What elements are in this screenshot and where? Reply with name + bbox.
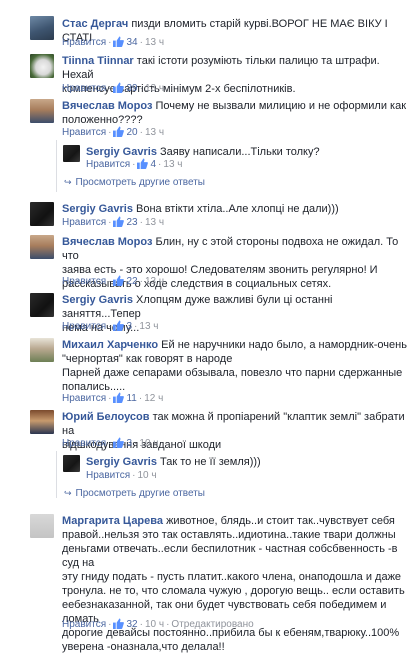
comment-time[interactable]: 10 ч (139, 438, 158, 449)
commenter-name[interactable]: Вячеслав Мороз (62, 236, 152, 248)
avatar[interactable] (63, 455, 80, 472)
thumbs-up-icon (137, 158, 149, 169)
comment-text: Вона втікти хтіла..Але хлопці не дали))) (136, 203, 339, 215)
comment-text: Почему не вызвали милицию и не оформили … (155, 100, 407, 112)
comment-time[interactable]: 12 ч (144, 393, 163, 404)
commenter-name[interactable]: Михаил Харченко (62, 339, 158, 351)
like-button[interactable]: Нравится (62, 37, 106, 48)
comment-text: тронула. не то, что сломала чужую , доро… (62, 585, 405, 597)
avatar[interactable] (30, 99, 54, 123)
avatar[interactable] (30, 54, 54, 78)
comment-time[interactable]: 13 ч (139, 321, 158, 332)
avatar[interactable] (30, 410, 54, 434)
like-count[interactable]: 23 (126, 217, 137, 228)
commenter-name[interactable]: Маргарита Царева (62, 515, 163, 527)
like-button[interactable]: Нравится (86, 159, 130, 170)
like-button[interactable]: Нравится (86, 470, 130, 481)
like-button[interactable]: Нравится (62, 217, 106, 228)
like-count[interactable]: 34 (126, 37, 137, 48)
like-button[interactable]: Нравится (62, 393, 106, 404)
comment-time[interactable]: 13 ч (145, 276, 164, 287)
avatar[interactable] (30, 202, 54, 226)
like-count[interactable]: 11 (126, 393, 136, 404)
comment-text: деньгами отвечать..если беспилотник - ча… (62, 543, 398, 569)
thumbs-up-icon (113, 36, 125, 47)
comment-text: Ей не наручники надо было, а намордник-о… (161, 339, 407, 351)
comment-text: правой..нельзя это так оставлять..идиоти… (62, 529, 396, 541)
commenter-name[interactable]: Sergiy Gavris (62, 294, 133, 306)
commenter-name[interactable]: Sergiy Gavris (62, 203, 133, 215)
comment-time[interactable]: 10 ч (137, 470, 156, 481)
comment-text: эту гниду подать - пусть платит..какого … (62, 571, 402, 583)
like-button[interactable]: Нравится (62, 619, 106, 630)
view-more-replies-link[interactable]: ↪ Просмотреть другие ответы (64, 488, 205, 499)
like-button[interactable]: Нравится (62, 438, 106, 449)
avatar[interactable] (30, 16, 54, 40)
thumbs-up-icon (113, 320, 125, 331)
reply-arrow-icon: ↪ (64, 177, 72, 187)
avatar[interactable] (30, 293, 54, 317)
like-button[interactable]: Нравится (62, 276, 106, 287)
commenter-name[interactable]: Юрий Белоусов (62, 411, 150, 423)
comment-text: животное, блядь..и стоит так..чувствует … (166, 515, 395, 527)
like-count[interactable]: 32 (126, 619, 137, 630)
comment-time[interactable]: 13 ч (163, 159, 182, 170)
commenter-name[interactable]: Sergiy Gavris (86, 456, 157, 468)
comment-text: уверена -оназнала,что делала!! (62, 641, 225, 653)
like-button[interactable]: Нравится (62, 127, 106, 138)
like-count[interactable]: 20 (126, 127, 137, 138)
comment-time[interactable]: 13 ч (145, 83, 164, 94)
avatar[interactable] (30, 235, 54, 259)
like-button[interactable]: Нравится (62, 83, 106, 94)
like-count[interactable]: 39 (126, 83, 137, 94)
like-count[interactable]: 22 (126, 276, 137, 287)
edited-label[interactable]: Отредактировано (171, 619, 253, 630)
like-button[interactable]: Нравится (62, 321, 106, 332)
comment-text: Парней даже сепарами обзывала, повезло ч… (62, 367, 403, 379)
commenter-name[interactable]: Sergiy Gavris (86, 146, 157, 158)
thumbs-up-icon (113, 82, 125, 93)
comment-text: "чернортая" как говорят в народе (62, 353, 233, 365)
commenter-name[interactable]: Вячеслав Мороз (62, 100, 152, 112)
comment-time[interactable]: 13 ч (145, 217, 164, 228)
commenter-name[interactable]: Tiinna Tiinnar (62, 55, 134, 67)
thumbs-up-icon (113, 275, 125, 286)
thumbs-up-icon (113, 392, 125, 403)
comment-time[interactable]: 13 ч (145, 127, 164, 138)
view-more-replies-link[interactable]: ↪ Просмотреть другие ответы (64, 177, 205, 188)
commenter-name[interactable]: Стас Дергач (62, 18, 128, 30)
comment-time[interactable]: 13 ч (145, 37, 164, 48)
reply-arrow-icon: ↪ (64, 488, 72, 498)
avatar[interactable] (30, 514, 54, 538)
avatar[interactable] (30, 338, 54, 362)
comment-time[interactable]: 10 ч (145, 619, 164, 630)
thumbs-up-icon (113, 437, 125, 448)
comment-text: Так то не її земля))) (160, 456, 261, 468)
comment-text: Заяву написали...Тільки толку? (160, 146, 320, 158)
thumbs-up-icon (113, 216, 125, 227)
reply-thread-line (56, 140, 57, 192)
comment-text: положенно???? (62, 114, 143, 126)
thumbs-up-icon (113, 126, 125, 137)
avatar[interactable] (63, 145, 80, 162)
thumbs-up-icon (113, 618, 125, 629)
reply-thread-line (56, 451, 57, 498)
